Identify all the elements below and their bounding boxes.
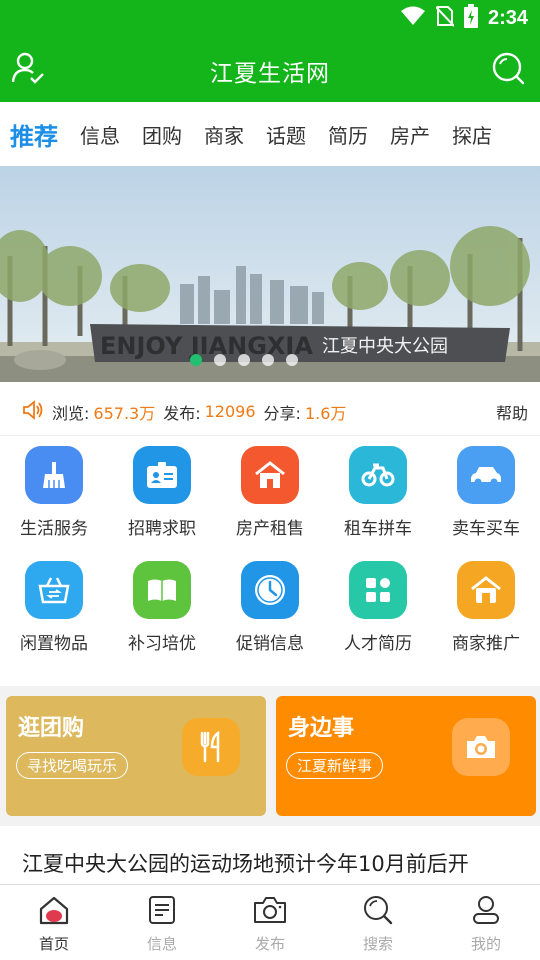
tab-info[interactable]: 信息 <box>80 120 120 149</box>
promo-title: 逛团购 <box>18 716 85 741</box>
tab-topics[interactable]: 话题 <box>266 120 306 149</box>
home-icon <box>38 895 70 929</box>
service-secondhand[interactable]: 闲置物品 <box>0 561 108 654</box>
camera-icon <box>452 718 510 776</box>
service-tutoring[interactable]: 补习培优 <box>108 561 216 654</box>
nav-profile[interactable]: 我的 <box>432 885 540 960</box>
house-icon <box>241 446 299 504</box>
service-label: 房产租售 <box>236 519 304 539</box>
nav-label: 搜索 <box>362 935 393 953</box>
app-title: 江夏生活网 <box>210 61 330 87</box>
banner-carousel[interactable]: ENJOY JIANGXIA 江夏中央大公园 <box>0 166 540 382</box>
service-merchant-promo[interactable]: 商家推广 <box>432 561 540 654</box>
service-label: 促销信息 <box>236 634 304 654</box>
app-header: 江夏生活网 <box>0 36 540 102</box>
nav-label: 信息 <box>146 935 177 953</box>
shares-value: 1.6万 <box>304 403 347 423</box>
search-icon[interactable] <box>490 50 526 86</box>
promo-local-news-card[interactable]: 身边事 江夏新鲜事 <box>276 696 536 816</box>
site-stats-bar: 浏览: 657.3万 发布: 12096 分享: 1.6万 帮助 <box>0 388 540 436</box>
service-label: 招聘求职 <box>128 519 196 539</box>
service-carpool[interactable]: 租车拼车 <box>324 446 432 539</box>
bike-icon <box>349 446 407 504</box>
tab-resume[interactable]: 简历 <box>328 120 368 149</box>
posts-value: 12096 <box>204 402 256 421</box>
user-icon <box>471 895 501 929</box>
clock-icon <box>241 561 299 619</box>
service-label: 商家推广 <box>452 634 520 654</box>
tab-merchants[interactable]: 商家 <box>204 120 244 149</box>
car-icon <box>457 446 515 504</box>
camera-icon <box>253 895 287 929</box>
news-headline[interactable]: 江夏中央大公园的运动场地预计今年10月前后开 <box>22 848 522 878</box>
carousel-dot[interactable] <box>190 354 202 366</box>
nav-home[interactable]: 首页 <box>0 885 108 960</box>
promo-group-buy-card[interactable]: 逛团购 寻找吃喝玩乐 <box>6 696 266 816</box>
search-icon <box>362 895 394 929</box>
carousel-dot[interactable] <box>286 354 298 366</box>
bottom-nav: 首页 信息 发布 搜索 我的 <box>0 884 540 960</box>
service-cars[interactable]: 卖车买车 <box>432 446 540 539</box>
tab-store-visit[interactable]: 探店 <box>452 120 492 149</box>
promo-tag: 寻找吃喝玩乐 <box>16 752 129 779</box>
carousel-dots <box>0 354 540 366</box>
carousel-dot[interactable] <box>262 354 274 366</box>
views-value: 657.3万 <box>93 403 156 423</box>
shop-icon <box>457 561 515 619</box>
service-label: 人才简历 <box>344 634 412 654</box>
service-promotions[interactable]: 促销信息 <box>216 561 324 654</box>
shares-label: 分享: <box>263 403 301 423</box>
nav-label: 首页 <box>38 935 69 953</box>
id-card-icon <box>133 446 191 504</box>
promo-tag: 江夏新鲜事 <box>286 752 384 779</box>
broom-icon <box>25 446 83 504</box>
service-life[interactable]: 生活服务 <box>0 446 108 539</box>
service-grid: 生活服务 招聘求职 房产租售 租车拼车 卖车买车 闲置物品 补习培优 促销信息 … <box>0 446 540 654</box>
service-jobs[interactable]: 招聘求职 <box>108 446 216 539</box>
nav-post[interactable]: 发布 <box>216 885 324 960</box>
tab-real-estate[interactable]: 房产 <box>390 120 430 149</box>
posts-label: 发布: <box>163 403 201 423</box>
nav-search[interactable]: 搜索 <box>324 885 432 960</box>
nav-label: 发布 <box>254 935 285 953</box>
help-link[interactable]: 帮助 <box>496 400 528 424</box>
grid-icon <box>349 561 407 619</box>
promo-section: 逛团购 寻找吃喝玩乐 身边事 江夏新鲜事 <box>0 686 540 826</box>
service-talent[interactable]: 人才简历 <box>324 561 432 654</box>
service-label: 闲置物品 <box>20 634 88 654</box>
service-housing[interactable]: 房产租售 <box>216 446 324 539</box>
carousel-dot[interactable] <box>238 354 250 366</box>
banner-image: ENJOY JIANGXIA 江夏中央大公园 <box>0 166 540 382</box>
book-icon <box>133 561 191 619</box>
service-label: 租车拼车 <box>344 519 412 539</box>
no-sim-icon <box>435 5 455 31</box>
wifi-icon <box>400 6 426 30</box>
battery-charging-icon <box>463 4 478 32</box>
status-bar: 2:34 <box>0 0 540 36</box>
category-tabs: 推荐 信息 团购 商家 话题 简历 房产 探店 <box>0 102 540 166</box>
document-icon <box>147 895 177 929</box>
service-label: 补习培优 <box>128 634 196 654</box>
tab-recommend[interactable]: 推荐 <box>10 117 58 152</box>
speaker-icon <box>22 399 44 424</box>
basket-icon <box>25 561 83 619</box>
fork-knife-icon <box>182 718 240 776</box>
views-label: 浏览: <box>52 403 90 423</box>
service-label: 卖车买车 <box>452 519 520 539</box>
status-time: 2:34 <box>487 6 528 29</box>
tab-group-buy[interactable]: 团购 <box>142 120 182 149</box>
carousel-dot[interactable] <box>214 354 226 366</box>
service-label: 生活服务 <box>20 519 88 539</box>
promo-title: 身边事 <box>288 716 355 741</box>
nav-label: 我的 <box>470 935 501 953</box>
nav-info[interactable]: 信息 <box>108 885 216 960</box>
